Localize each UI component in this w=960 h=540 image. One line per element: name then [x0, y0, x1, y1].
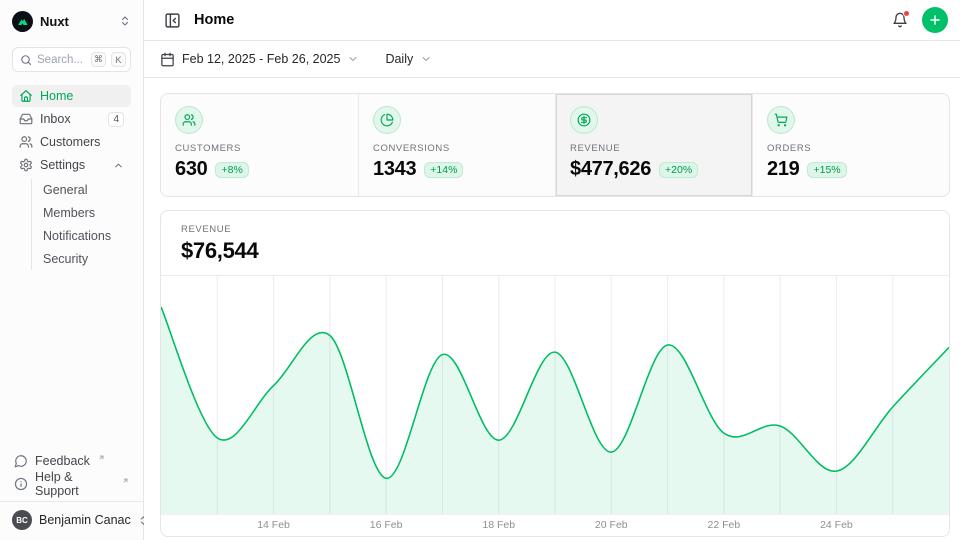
- kbd-k: K: [111, 52, 126, 67]
- stats-panel: CUSTOMERS 630 +8% CONVERSIONS 1343 +14%: [160, 93, 950, 197]
- nuxt-logo-icon: [12, 11, 33, 32]
- revenue-area-chart: [161, 275, 949, 514]
- sidebar-item-help-support[interactable]: Help & Support: [12, 473, 131, 495]
- stat-label: REVENUE: [570, 143, 738, 154]
- sidebar-item-label: Inbox: [40, 112, 101, 126]
- stat-label: ORDERS: [767, 143, 935, 154]
- stat-value: $477,626: [570, 158, 651, 181]
- chart-title: REVENUE: [181, 224, 929, 235]
- chevrons-up-down-icon: [119, 15, 131, 27]
- panel-left-close-icon: [164, 12, 181, 29]
- page-title: Home: [194, 12, 878, 28]
- sidebar-item-label: Feedback: [35, 454, 90, 468]
- sidebar-item-members[interactable]: Members: [43, 202, 131, 224]
- chart-x-axis: 14 Feb 16 Feb 18 Feb 20 Feb 22 Feb 24 Feb: [161, 514, 949, 536]
- x-tick-label: 22 Feb: [707, 519, 740, 531]
- sidebar-item-home[interactable]: Home: [12, 85, 131, 107]
- x-tick-label: 20 Feb: [595, 519, 628, 531]
- sidebar-item-settings[interactable]: Settings: [12, 154, 131, 176]
- info-icon: [14, 477, 28, 491]
- x-tick-label: 14 Feb: [257, 519, 290, 531]
- stat-card-customers[interactable]: CUSTOMERS 630 +8%: [161, 94, 358, 196]
- chart-total-value: $76,544: [181, 238, 929, 264]
- stat-delta-badge: +15%: [807, 162, 846, 178]
- sidebar-item-inbox[interactable]: Inbox 4: [12, 108, 131, 130]
- filters-toolbar: Feb 12, 2025 - Feb 26, 2025 Daily: [144, 41, 960, 78]
- inbox-count-badge: 4: [108, 112, 124, 127]
- external-link-icon: [98, 454, 105, 461]
- sidebar-item-notifications[interactable]: Notifications: [43, 225, 131, 247]
- sidebar-item-general[interactable]: General: [43, 179, 131, 201]
- stat-value: 1343: [373, 158, 416, 181]
- notification-dot: [903, 10, 910, 17]
- granularity-select[interactable]: Daily: [385, 52, 432, 66]
- collapse-sidebar-button[interactable]: [160, 8, 184, 32]
- date-range-value: Feb 12, 2025 - Feb 26, 2025: [182, 52, 340, 66]
- add-button[interactable]: [922, 7, 948, 33]
- sidebar-user-section: BC Benjamin Canac: [0, 501, 143, 540]
- granularity-value: Daily: [385, 52, 413, 66]
- stat-delta-badge: +14%: [424, 162, 463, 178]
- stat-card-conversions[interactable]: CONVERSIONS 1343 +14%: [358, 94, 555, 196]
- stat-value: 630: [175, 158, 207, 181]
- inbox-icon: [19, 112, 33, 126]
- x-tick-label: 16 Feb: [370, 519, 403, 531]
- sidebar-item-security[interactable]: Security: [43, 248, 131, 270]
- sidebar-item-label: Help & Support: [35, 470, 114, 498]
- settings-submenu: General Members Notifications Security: [31, 179, 131, 270]
- revenue-chart-card: REVENUE $76,544 14 Feb 16 Feb 18 Feb 20 Feb…: [160, 210, 950, 537]
- stat-label: CUSTOMERS: [175, 143, 344, 154]
- sidebar: Nuxt Search... ⌘ K Home: [0, 0, 144, 540]
- sidebar-item-customers[interactable]: Customers: [12, 131, 131, 153]
- sidebar-item-label: Settings: [40, 158, 106, 172]
- sidebar-item-label: Home: [40, 89, 124, 103]
- plus-icon: [928, 13, 942, 27]
- kbd-cmd: ⌘: [91, 52, 106, 67]
- workspace-switcher[interactable]: Nuxt: [12, 9, 131, 33]
- stat-delta-badge: +20%: [659, 162, 698, 178]
- calendar-icon: [160, 52, 175, 67]
- stat-label: CONVERSIONS: [373, 143, 541, 154]
- search-placeholder: Search...: [37, 54, 86, 66]
- gear-icon: [19, 158, 33, 172]
- dashboard-app: Nuxt Search... ⌘ K Home: [0, 0, 960, 540]
- chevron-down-icon: [420, 53, 432, 65]
- search-icon: [20, 54, 32, 66]
- users-icon: [175, 106, 203, 134]
- stat-card-revenue[interactable]: REVENUE $477,626 +20%: [555, 94, 752, 196]
- workspace-name: Nuxt: [40, 14, 112, 29]
- home-icon: [19, 89, 33, 103]
- search-input[interactable]: Search... ⌘ K: [12, 47, 131, 72]
- cart-icon: [767, 106, 795, 134]
- dollar-circle-icon: [570, 106, 598, 134]
- main-panel: Home Feb 12, 2025 - Feb 26, 2025: [144, 0, 960, 540]
- avatar: BC: [12, 510, 32, 530]
- x-tick-label: 18 Feb: [482, 519, 515, 531]
- top-header: Home: [144, 0, 960, 41]
- date-range-picker[interactable]: Feb 12, 2025 - Feb 26, 2025: [160, 52, 359, 67]
- stat-value: 219: [767, 158, 799, 181]
- chevron-up-icon: [113, 160, 124, 171]
- pie-chart-icon: [373, 106, 401, 134]
- chart-header: REVENUE $76,544: [161, 211, 949, 275]
- chevron-down-icon: [347, 53, 359, 65]
- users-icon: [19, 135, 33, 149]
- sidebar-nav: Home Inbox 4 Customers: [12, 85, 131, 270]
- stat-delta-badge: +8%: [215, 162, 248, 178]
- external-link-icon: [122, 477, 129, 484]
- x-tick-label: 24 Feb: [820, 519, 853, 531]
- notifications-button[interactable]: [888, 8, 912, 32]
- content-area: CUSTOMERS 630 +8% CONVERSIONS 1343 +14%: [144, 78, 960, 540]
- user-name: Benjamin Canac: [39, 513, 131, 527]
- user-menu[interactable]: BC Benjamin Canac: [12, 510, 131, 530]
- sidebar-item-label: Customers: [40, 135, 124, 149]
- sidebar-item-feedback[interactable]: Feedback: [12, 450, 131, 472]
- message-bubble-icon: [14, 454, 28, 468]
- stat-card-orders[interactable]: ORDERS 219 +15%: [752, 94, 949, 196]
